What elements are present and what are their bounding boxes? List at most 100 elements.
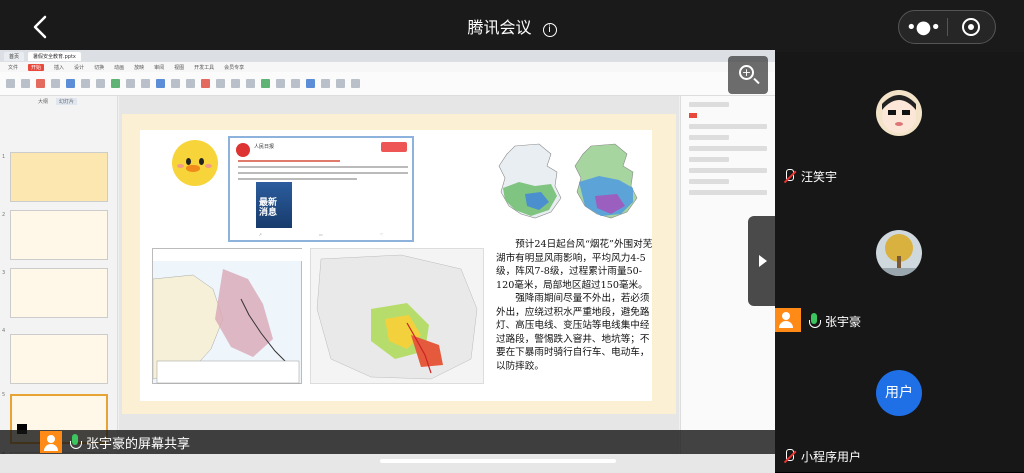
- panel-row: [689, 135, 729, 140]
- chick-beak: [186, 165, 200, 172]
- menu-item: 动画: [114, 64, 125, 71]
- comment-icon: ▭: [318, 232, 323, 237]
- weibo-account-name: 人民日报: [254, 144, 275, 150]
- wps-workspace: 大纲 幻灯片 1 2 3 4 5 6: [0, 96, 775, 473]
- participant-name: 汪笑宇: [801, 170, 838, 184]
- share-icon: ↗: [258, 232, 262, 237]
- taskbar: [0, 454, 775, 473]
- more-dots-icon[interactable]: •●•: [899, 17, 947, 38]
- toolbar-icon: [66, 79, 75, 88]
- close-button[interactable]: [948, 18, 995, 36]
- warning-paragraph-2: 强降雨期间尽量不外出，若必须外出，应绕过积水严重地段，避免路灯、高压电线、变压站…: [496, 293, 650, 372]
- menu-item: 放映: [134, 64, 145, 71]
- thumb-number: 4: [2, 328, 6, 334]
- tab-outline: 大纲: [38, 98, 49, 105]
- slide-canvas: 人民日报 最新 消息 ↗ ▭ ♡ 预计24日起台风“烟花”外围对芜湖市有明显风雨…: [119, 96, 679, 473]
- panel-row: [689, 102, 729, 107]
- menu-item: 插入: [54, 64, 65, 71]
- toolbar-icon: [21, 79, 30, 88]
- weibo-badge: [381, 142, 407, 152]
- meeting-title-wrap: 腾讯会议 i: [0, 14, 1024, 38]
- shared-screen: 首页 暑假安全教育.pptx 文件 开始 插入 设计 切换 动画 放映 审阅 视…: [0, 50, 775, 473]
- chick-eye: [199, 158, 204, 165]
- toolbar-icon: [321, 79, 330, 88]
- toolbar-icon: [216, 79, 225, 88]
- mic-off-icon: [783, 168, 795, 185]
- toolbar-icon: [141, 79, 150, 88]
- panel-accent: [689, 113, 697, 118]
- toolbar-icon: [156, 79, 165, 88]
- toolbar-icon: [6, 79, 15, 88]
- text-line: [238, 178, 357, 180]
- warning-paragraph-1: 预计24日起台风“烟花”外围对芜湖市有明显风雨影响，平均风力4-5级，阵风7-8…: [496, 239, 653, 291]
- participant-tile[interactable]: 汪笑宇: [775, 52, 1024, 192]
- thumbnail-tabs: 大纲 幻灯片: [0, 96, 117, 106]
- avatar: 用户: [876, 370, 922, 416]
- slide-thumbnail: [10, 268, 108, 318]
- menu-item: 视图: [174, 64, 185, 71]
- toolbar-icon: [351, 79, 360, 88]
- toolbar-icon: [186, 79, 195, 88]
- panel-row: [689, 179, 729, 184]
- rainfall-maps-image: [495, 142, 645, 222]
- participant-tile[interactable]: 用户 小程序用户: [775, 332, 1024, 472]
- typhoon-rain-forecast-map: [310, 248, 484, 384]
- toolbar-icon: [306, 79, 315, 88]
- zoom-in-icon: +: [739, 65, 754, 80]
- toggle-participants-button[interactable]: [748, 216, 778, 306]
- text-line: [238, 166, 408, 168]
- participant-name-row: 张宇豪: [775, 308, 861, 334]
- wps-tab-strip: 首页 暑假安全教育.pptx: [0, 50, 775, 62]
- chick-emoji-image: [172, 140, 218, 186]
- participant-name-row: 汪笑宇: [783, 168, 837, 185]
- avatar: [876, 90, 922, 136]
- wps-tab-home: 首页: [4, 51, 25, 61]
- close-circle-icon: [962, 18, 981, 36]
- breaking-news-card: 最新 消息: [256, 182, 292, 228]
- slide-content: 人民日报 最新 消息 ↗ ▭ ♡ 预计24日起台风“烟花”外围对芜湖市有明显风雨…: [140, 130, 652, 401]
- menu-item: 开发工具: [194, 64, 215, 71]
- cartoon-avatar-image: [876, 90, 922, 136]
- mic-on-icon: [809, 313, 821, 329]
- avatar: [876, 230, 922, 276]
- slide-thumbnail: [10, 334, 108, 384]
- participant-name: 小程序用户: [801, 450, 862, 464]
- home-indicator[interactable]: [380, 459, 616, 463]
- current-slide: 人民日报 最新 消息 ↗ ▭ ♡ 预计24日起台风“烟花”外围对芜湖市有明显风雨…: [122, 114, 676, 414]
- toolbar-icon: [51, 79, 60, 88]
- participant-list: 汪笑宇 张宇豪 用户 小程序用户: [775, 52, 1024, 473]
- screen-share-label: 张宇豪的屏幕共享: [86, 436, 191, 452]
- weibo-actions: ↗ ▭ ♡: [230, 232, 412, 237]
- typhoon-warning-text: 预计24日起台风“烟花”外围对芜湖市有明显风雨影响，平均风力4-5级，阵风7-8…: [496, 238, 654, 373]
- menu-item: 会员专享: [224, 64, 245, 71]
- thumb-number: 5: [2, 392, 6, 398]
- slide-thumbnail: [10, 210, 108, 260]
- top-bar: 腾讯会议 i •●•: [0, 0, 1024, 52]
- user-avatar-icon: [40, 431, 62, 453]
- toolbar-icon: [261, 79, 270, 88]
- participant-name: 张宇豪: [825, 314, 862, 329]
- weibo-avatar: [236, 143, 250, 157]
- weibo-post-image: 人民日报 最新 消息 ↗ ▭ ♡: [228, 136, 414, 242]
- info-icon[interactable]: i: [542, 23, 557, 37]
- zoom-handle: [753, 77, 760, 85]
- participant-tile[interactable]: 张宇豪: [775, 192, 1024, 334]
- toolbar-icon: [171, 79, 180, 88]
- panel-row: [689, 190, 767, 195]
- mic-on-icon: [70, 434, 82, 450]
- menu-item: 切换: [94, 64, 105, 71]
- chick-blush: [177, 164, 184, 168]
- rainfall-map-right: [574, 143, 638, 219]
- thumb-number: 2: [2, 212, 6, 218]
- menu-item: 设计: [74, 64, 85, 71]
- wps-tab-document: 暑假安全教育.pptx: [28, 51, 81, 61]
- tab-slides: 幻灯片: [56, 97, 78, 105]
- screen-share-bar: 张宇豪的屏幕共享: [0, 430, 775, 454]
- panel-row: [689, 124, 767, 129]
- panel-row: [689, 168, 767, 173]
- wps-menu-bar: 文件 开始 插入 设计 切换 动画 放映 审阅 视图 开发工具 会员专享: [0, 62, 775, 72]
- participant-name-row: 小程序用户: [783, 448, 861, 465]
- zoom-button[interactable]: +: [728, 56, 768, 94]
- thumb-number: 3: [2, 270, 6, 276]
- meeting-app: 腾讯会议 i •●• 首页 暑假安全教育.pptx 文件 开始 插入 设计 切换…: [0, 0, 1024, 473]
